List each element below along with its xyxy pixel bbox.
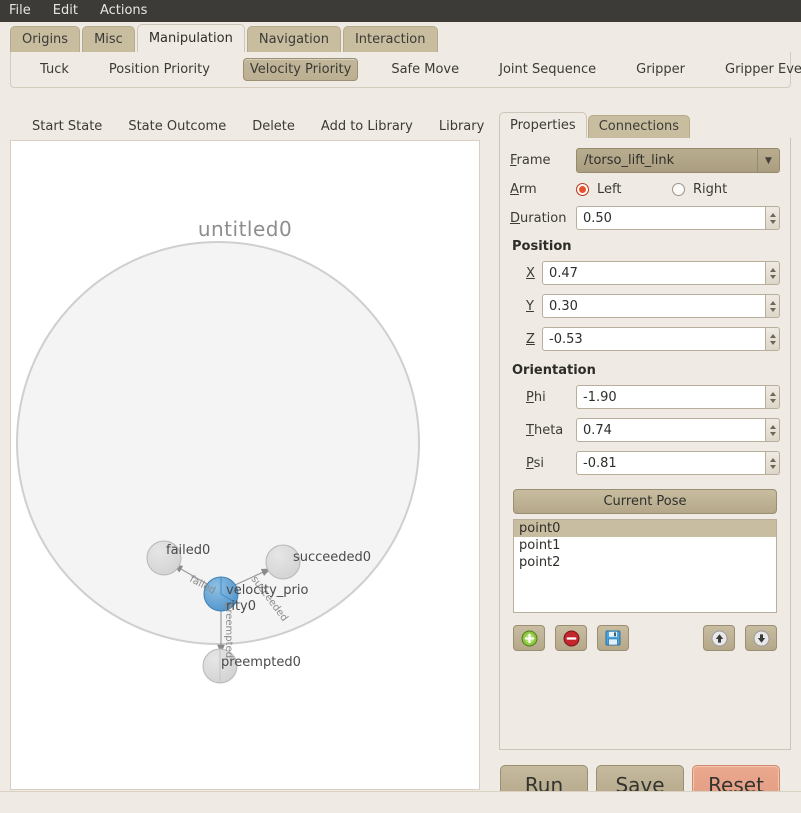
save-icon (605, 630, 621, 646)
radio-right-label: Right (693, 182, 727, 197)
menu-item-file[interactable]: File (8, 0, 32, 22)
position-y-stepper[interactable] (766, 294, 780, 318)
orientation-phi-row: Phi -1.90 (510, 385, 780, 409)
toolbar-safe-move[interactable]: Safe Move (384, 58, 466, 81)
toolbar-gripper[interactable]: Gripper (629, 58, 692, 81)
node-label-succeeded: succeeded0 (293, 550, 371, 565)
radio-left-label: Left (597, 182, 621, 197)
orientation-phi-stepper[interactable] (766, 385, 780, 409)
chevron-down-icon[interactable]: ▼ (757, 149, 779, 172)
action-delete[interactable]: Delete (252, 119, 295, 134)
move-point-down-button[interactable] (745, 625, 777, 651)
toolbar-velocity-priority[interactable]: Velocity Priority (243, 58, 358, 81)
orientation-psi-stepper[interactable] (766, 451, 780, 475)
toolbar-position-priority[interactable]: Position Priority (102, 58, 217, 81)
radio-left[interactable]: Left (576, 182, 672, 197)
status-bar (0, 791, 801, 813)
manipulation-toolbar: Tuck Position Priority Velocity Priority… (10, 52, 791, 88)
menu-item-actions[interactable]: Actions (99, 0, 149, 22)
current-pose-button[interactable]: Current Pose (513, 489, 777, 514)
add-point-button[interactable] (513, 625, 545, 651)
position-z-label: Z (526, 332, 542, 347)
toolbar-gripper-event[interactable]: Gripper Event (718, 58, 801, 81)
move-point-up-button[interactable] (703, 625, 735, 651)
action-add-to-library[interactable]: Add to Library (321, 119, 413, 134)
remove-point-button[interactable] (555, 625, 587, 651)
edge-label-failed: failed (188, 574, 218, 597)
state-graph: failed succeeded preempted failed0 succe… (11, 141, 480, 790)
radio-left-indicator[interactable] (576, 183, 589, 196)
graph-action-bar: Start State State Outcome Delete Add to … (10, 112, 490, 140)
main-tab-bar: Origins Misc Manipulation Navigation Int… (0, 22, 801, 52)
radio-right-indicator[interactable] (672, 183, 685, 196)
save-point-button[interactable] (597, 625, 629, 651)
position-x-row: X 0.47 (510, 261, 780, 285)
position-z-stepper[interactable] (766, 327, 780, 351)
orientation-psi-input[interactable]: -0.81 (576, 451, 766, 475)
arm-label: Arm (510, 182, 576, 197)
orientation-section-title: Orientation (512, 363, 780, 378)
position-section-title: Position (512, 239, 780, 254)
properties-panel: Frame /torso_lift_link ▼ Arm Left Right (499, 138, 791, 750)
menu-bar: File Edit Actions (0, 0, 801, 22)
position-y-label: Y (526, 299, 542, 314)
tab-manipulation[interactable]: Manipulation (137, 24, 245, 52)
node-label-velocity-priority: velocity_prio (226, 583, 309, 598)
orientation-theta-label: Theta (526, 423, 576, 438)
arm-row: Arm Left Right (510, 182, 780, 197)
node-label-preempted: preempted0 (221, 655, 301, 670)
orientation-psi-label: Psi (526, 456, 576, 471)
position-x-stepper[interactable] (766, 261, 780, 285)
toolbar-joint-sequence[interactable]: Joint Sequence (492, 58, 603, 81)
duration-row: Duration 0.50 (510, 206, 780, 230)
position-x-label: X (526, 266, 542, 281)
duration-label: Duration (510, 211, 576, 226)
position-z-input[interactable]: -0.53 (542, 327, 766, 351)
duration-stepper[interactable] (766, 206, 780, 230)
list-item[interactable]: point2 (514, 554, 776, 571)
points-list[interactable]: point0 point1 point2 (513, 519, 777, 613)
frame-value: /torso_lift_link (584, 153, 674, 168)
move-up-icon (711, 630, 728, 647)
orientation-theta-row: Theta 0.74 (510, 418, 780, 442)
point-tools (513, 625, 777, 651)
properties-pane: Properties Connections Frame /torso_lift… (490, 112, 801, 790)
menu-item-edit[interactable]: Edit (52, 0, 79, 22)
tab-origins[interactable]: Origins (10, 26, 80, 52)
orientation-theta-input[interactable]: 0.74 (576, 418, 766, 442)
main-body: Start State State Outcome Delete Add to … (0, 112, 801, 790)
orientation-phi-input[interactable]: -1.90 (576, 385, 766, 409)
node-label-failed: failed0 (166, 543, 210, 558)
orientation-psi-row: Psi -0.81 (510, 451, 780, 475)
position-x-input[interactable]: 0.47 (542, 261, 766, 285)
duration-input[interactable]: 0.50 (576, 206, 766, 230)
tab-interaction[interactable]: Interaction (343, 26, 438, 52)
frame-select[interactable]: /torso_lift_link ▼ (576, 148, 780, 173)
list-item[interactable]: point0 (514, 520, 776, 537)
orientation-theta-stepper[interactable] (766, 418, 780, 442)
toolbar-tuck[interactable]: Tuck (33, 58, 76, 81)
action-state-outcome[interactable]: State Outcome (128, 119, 226, 134)
radio-right[interactable]: Right (672, 182, 727, 197)
properties-tab-bar: Properties Connections (491, 112, 801, 138)
list-item[interactable]: point1 (514, 537, 776, 554)
position-y-row: Y 0.30 (510, 294, 780, 318)
tab-misc[interactable]: Misc (82, 26, 135, 52)
state-machine-canvas[interactable]: untitled0 (10, 140, 480, 790)
tab-properties[interactable]: Properties (499, 112, 587, 138)
frame-label: Frame (510, 153, 576, 168)
action-library[interactable]: Library (439, 119, 484, 134)
tab-navigation[interactable]: Navigation (247, 26, 341, 52)
move-down-icon (753, 630, 770, 647)
tab-connections[interactable]: Connections (588, 115, 690, 138)
node-label-velocity-priority-cont: rity0 (226, 599, 256, 614)
frame-row: Frame /torso_lift_link ▼ (510, 148, 780, 173)
add-icon (521, 630, 538, 647)
orientation-phi-label: Phi (526, 390, 576, 405)
action-start-state[interactable]: Start State (32, 119, 102, 134)
position-y-input[interactable]: 0.30 (542, 294, 766, 318)
remove-icon (563, 630, 580, 647)
position-z-row: Z -0.53 (510, 327, 780, 351)
graph-editor-pane: Start State State Outcome Delete Add to … (0, 112, 490, 790)
